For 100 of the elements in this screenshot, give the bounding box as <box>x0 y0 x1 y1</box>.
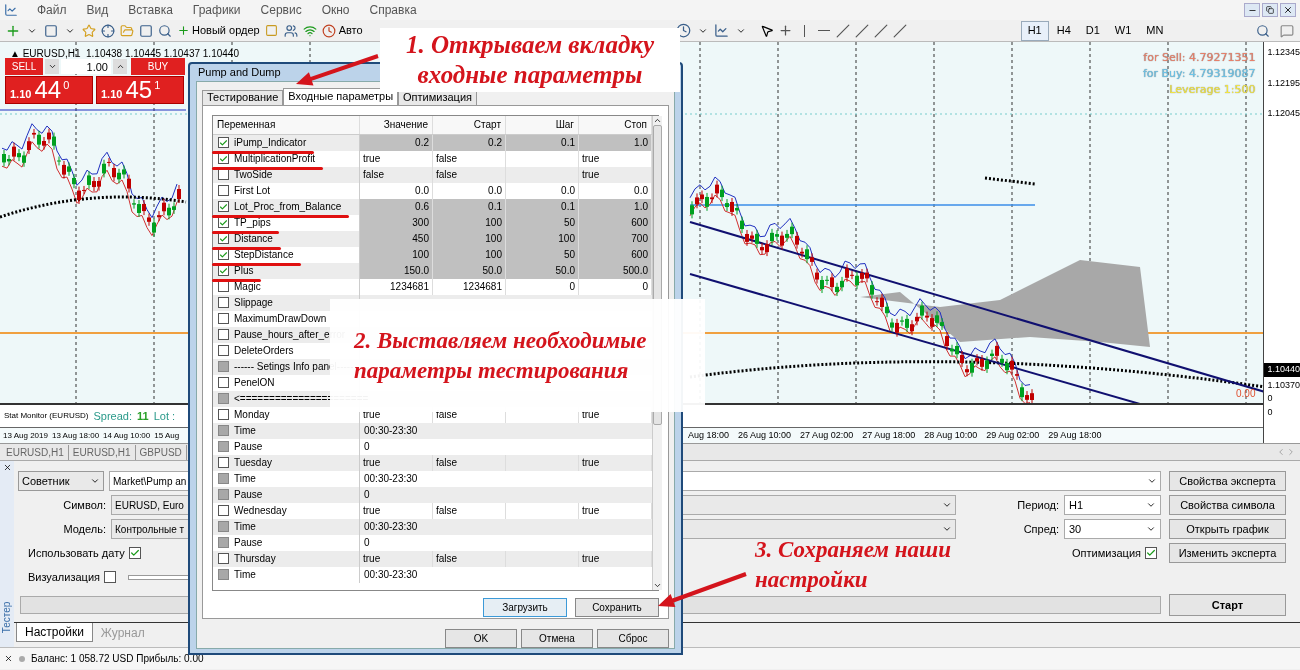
dialog-button[interactable]: Отмена <box>521 628 593 648</box>
checkbox[interactable] <box>218 185 229 196</box>
checkbox[interactable] <box>218 505 229 516</box>
check-icon <box>129 548 140 558</box>
minimize-button[interactable] <box>1244 3 1260 17</box>
check-icon <box>219 137 228 148</box>
parameter-name: DeleteOrders <box>234 344 294 356</box>
column-header[interactable]: Значение <box>360 115 433 134</box>
restore-button[interactable] <box>1262 3 1278 17</box>
timeframe-button[interactable]: H4 <box>1049 20 1078 41</box>
price-prefix: 1.10 <box>10 87 32 102</box>
parameter-name: PenelON <box>234 376 275 388</box>
column-header[interactable]: Шаг <box>506 115 579 134</box>
period-select[interactable]: H1 <box>1064 495 1161 515</box>
dialog-button[interactable]: OK <box>445 628 517 648</box>
parameter-name: Pause <box>234 488 263 500</box>
checkbox[interactable] <box>218 345 229 356</box>
menu-item[interactable]: Файл <box>28 1 76 19</box>
checkbox[interactable] <box>218 329 229 340</box>
timeframe-button[interactable]: D1 <box>1078 20 1107 41</box>
price-point: 0 <box>63 78 70 93</box>
timeframe-button[interactable]: W1 <box>1107 20 1139 41</box>
menu-item[interactable]: Вид <box>77 1 118 19</box>
checkbox[interactable] <box>218 201 229 212</box>
checkbox[interactable] <box>218 297 229 308</box>
checkbox[interactable] <box>218 457 229 468</box>
spread-select[interactable]: 30 <box>1064 519 1161 539</box>
chart-tab[interactable]: EURUSD,H1 <box>2 444 69 460</box>
time-axis-label: 26 Aug 10:00 <box>738 428 792 442</box>
symbol-properties-button[interactable]: Свойства символа <box>1169 495 1286 515</box>
checkbox[interactable] <box>218 409 229 420</box>
price-point: 1 <box>154 78 161 93</box>
optimization-label: Оптимизация <box>1072 545 1141 561</box>
checkbox[interactable] <box>128 547 141 559</box>
parameter-name: Time <box>234 424 256 436</box>
visualization-label: Визуализация <box>26 569 100 585</box>
checkbox[interactable] <box>104 571 116 583</box>
close-icon[interactable] <box>2 463 12 472</box>
menu-item[interactable]: Справка <box>360 1 426 19</box>
lot-down-button[interactable] <box>45 59 59 74</box>
checkbox[interactable] <box>218 249 229 260</box>
checkbox[interactable] <box>218 153 229 164</box>
checkbox[interactable] <box>218 313 229 324</box>
menu-item[interactable]: Вставка <box>119 1 182 19</box>
parameter-name: MultiplicationProfit <box>234 152 316 164</box>
parameter-name: Lot_Proc_from_Balance <box>234 200 342 212</box>
time-axis-label: 27 Aug 02:00 <box>800 428 854 442</box>
open-chart-button[interactable]: Открыть график <box>1169 519 1286 539</box>
price-pips: 44 <box>34 77 62 103</box>
stat-monitor-title: Stat Monitor (EURUSD) <box>4 410 89 423</box>
close-button[interactable] <box>1280 3 1296 17</box>
chart-tab[interactable]: EURUSD,H1 <box>68 444 136 460</box>
load-button[interactable]: Загрузить <box>483 597 567 617</box>
chart-tab[interactable]: GBPUSD <box>135 444 187 460</box>
time-axis-label: 13 Aug 2019 <box>3 429 48 442</box>
time-axis-label: 13 Aug 18:00 <box>51 429 100 442</box>
menu-item[interactable]: Графики <box>183 1 250 19</box>
caret-icon <box>942 524 952 534</box>
use-date-label: Использовать дату <box>28 545 125 561</box>
parameter-name: <====================== <box>234 392 369 404</box>
dialog-tab[interactable]: Тестирование <box>202 89 284 105</box>
timeframe-button[interactable]: H1 <box>1020 20 1049 41</box>
check-icon <box>219 153 228 164</box>
lot-up-button[interactable] <box>113 59 127 74</box>
checkbox[interactable] <box>218 217 229 228</box>
check-icon <box>219 217 228 228</box>
menu-item[interactable]: Окно <box>312 1 359 19</box>
new-order-button[interactable]: Новый ордер <box>175 20 262 41</box>
save-button[interactable]: Сохранить <box>575 597 659 617</box>
spread-label: Spread: <box>93 408 132 424</box>
price-label: 1.12345 <box>1267 46 1300 59</box>
app-icon <box>4 3 18 17</box>
checkbox[interactable] <box>218 137 229 148</box>
parameter-name: Thursday <box>234 552 276 564</box>
column-header[interactable]: Переменная <box>213 115 360 134</box>
checkbox[interactable] <box>218 265 229 276</box>
checkbox[interactable] <box>218 553 229 564</box>
menu-item[interactable]: Сервис <box>251 1 311 19</box>
modify-expert-button[interactable]: Изменить эксперта <box>1169 543 1286 563</box>
annotation-text: 2. Выставляем необходимые <box>354 326 648 355</box>
type-select[interactable]: Советник <box>18 471 104 491</box>
auto-trading-button[interactable]: Авто <box>338 22 363 39</box>
start-button[interactable]: Старт <box>1169 594 1286 616</box>
checkbox[interactable] <box>218 169 229 180</box>
dialog-button[interactable]: Сброс <box>597 628 669 648</box>
plus-icon <box>177 24 190 37</box>
lot-field[interactable]: 1.00 <box>61 59 111 74</box>
expert-properties-button[interactable]: Свойства эксперта <box>1169 471 1286 491</box>
checkbox[interactable] <box>218 281 229 292</box>
checkbox[interactable] <box>218 233 229 244</box>
column-header[interactable]: Старт <box>433 115 506 134</box>
buy-button[interactable]: BUY <box>131 58 185 75</box>
tester-tab[interactable]: Настройки <box>16 623 93 642</box>
checkbox[interactable] <box>1145 547 1157 559</box>
sell-button[interactable]: SELL <box>5 58 43 75</box>
checkbox[interactable] <box>218 377 229 388</box>
timeframe-button[interactable]: MN <box>1139 20 1171 41</box>
dialog-tab[interactable]: Входные параметры <box>283 87 399 105</box>
price-label: 1.12195 <box>1267 76 1300 90</box>
close-icon[interactable] <box>4 654 13 663</box>
